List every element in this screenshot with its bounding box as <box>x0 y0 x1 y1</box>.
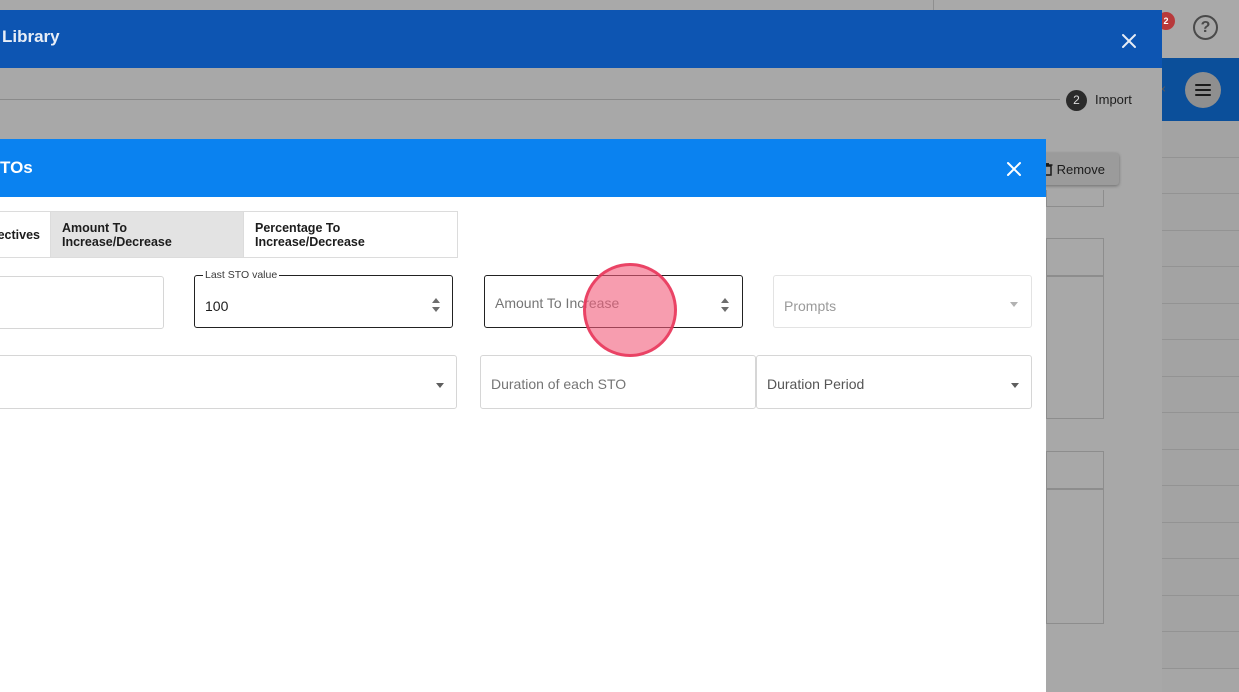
select-field[interactable] <box>0 355 457 409</box>
list-item <box>1162 303 1239 340</box>
dropdown-arrow-icon <box>1010 302 1018 307</box>
import-step-badge: 2 <box>1066 90 1087 111</box>
amount-to-increase-field[interactable]: Amount To Increase <box>484 275 743 328</box>
background-field <box>1046 190 1104 207</box>
duration-of-each-sto-input[interactable]: Duration of each STO <box>491 376 626 392</box>
list-item <box>1162 413 1239 450</box>
import-step-label[interactable]: Import <box>1095 92 1132 107</box>
hamburger-menu-icon <box>1195 84 1211 96</box>
list-item <box>1162 632 1239 669</box>
list-item <box>1162 340 1239 377</box>
list-item <box>1162 486 1239 523</box>
tab-percentage-to-increase-decrease[interactable]: Percentage To Increase/Decrease <box>244 212 457 257</box>
list-item <box>1162 194 1239 231</box>
sto-modal-title: TOs <box>0 158 33 177</box>
duration-period-select[interactable]: Duration Period <box>756 355 1032 409</box>
prompts-select[interactable]: Prompts <box>773 275 1032 328</box>
list-item <box>1162 595 1239 632</box>
duration-period-placeholder: Duration Period <box>767 376 865 392</box>
tab-objectives[interactable]: ectives <box>0 212 51 257</box>
menu-button[interactable] <box>1185 72 1221 108</box>
help-circle-icon[interactable]: ? <box>1193 15 1218 40</box>
last-sto-value-input[interactable]: 100 <box>205 298 228 314</box>
close-icon[interactable] <box>1118 30 1140 52</box>
list-item <box>1162 230 1239 267</box>
tab-amount-to-increase-decrease[interactable]: Amount To Increase/Decrease <box>51 212 244 257</box>
background-textarea <box>1046 276 1104 419</box>
sto-modal: TOs ectives Amount To Increase/Decrease … <box>0 139 1046 692</box>
sto-modal-header: TOs <box>0 139 1046 197</box>
background-field <box>1046 451 1104 489</box>
prompts-placeholder: Prompts <box>784 298 837 314</box>
dropdown-arrow-icon <box>436 383 444 388</box>
list-item <box>1162 559 1239 596</box>
close-icon[interactable] <box>1003 158 1025 180</box>
amount-to-increase-input[interactable]: Amount To Increase <box>495 295 619 311</box>
list-item <box>1162 522 1239 559</box>
list-item <box>1162 449 1239 486</box>
duration-of-each-sto-field[interactable]: Duration of each STO <box>480 355 756 409</box>
background-list <box>1162 121 1239 692</box>
background-textarea <box>1046 489 1104 624</box>
number-stepper-icon[interactable] <box>432 298 440 314</box>
list-item <box>1162 267 1239 304</box>
library-divider <box>0 99 1060 100</box>
library-modal-header: Library <box>0 10 1162 68</box>
remove-button-label: Remove <box>1056 161 1105 177</box>
number-stepper-icon[interactable] <box>721 298 729 314</box>
last-sto-value-label: Last STO value <box>203 269 280 281</box>
list-item <box>1162 157 1239 194</box>
objective-field[interactable] <box>0 276 164 329</box>
list-item <box>1162 121 1239 158</box>
list-item <box>1162 376 1239 413</box>
library-modal-title: Library <box>2 27 60 46</box>
remove-button[interactable]: Remove <box>1036 153 1119 185</box>
dropdown-arrow-icon <box>1011 383 1019 388</box>
last-sto-value-field[interactable]: Last STO value 100 <box>194 269 453 328</box>
sto-tabs: ectives Amount To Increase/Decrease Perc… <box>0 211 458 258</box>
background-field <box>1046 238 1104 276</box>
